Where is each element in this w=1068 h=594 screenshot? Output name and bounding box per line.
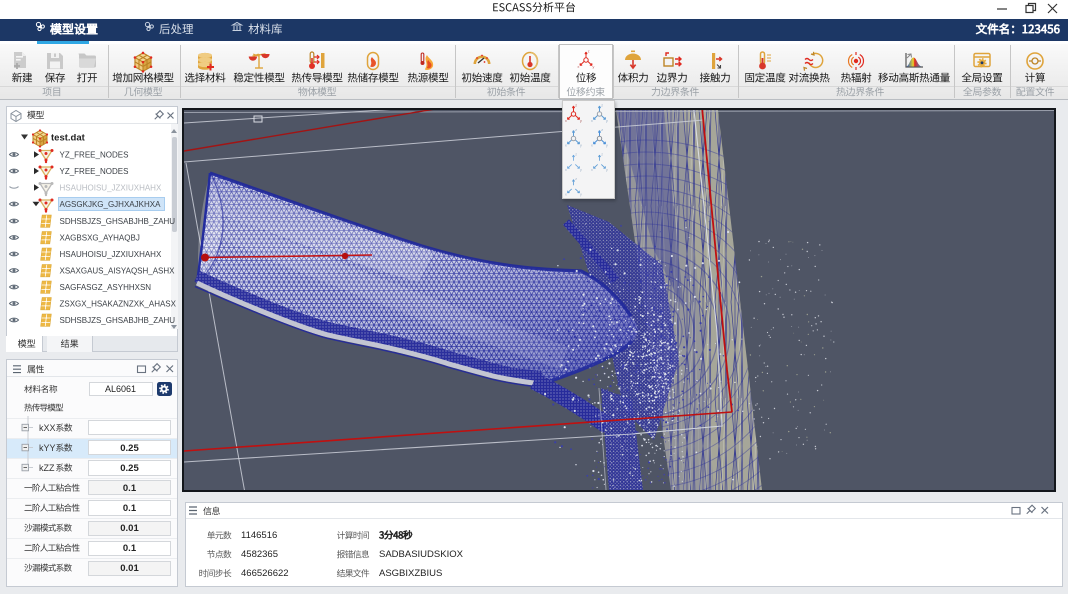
svg-text:4582365: 4582365 xyxy=(241,549,278,560)
svg-text:0.1: 0.1 xyxy=(123,503,137,514)
svg-text:z: z xyxy=(575,102,577,107)
svg-text:y: y xyxy=(580,192,582,197)
svg-text:y: y xyxy=(606,167,608,172)
svg-text:HSAUHOISU_JZXIUXHAHX: HSAUHOISU_JZXIUXHAHX xyxy=(60,184,162,193)
svg-text:z: z xyxy=(588,48,590,53)
svg-text:HSAUHOISU_JZXIUXHAHX: HSAUHOISU_JZXIUXHAHX xyxy=(60,250,162,259)
svg-text:x: x xyxy=(591,167,593,172)
svg-text:AGSGKJKG_GJHXAJKHXA: AGSGKJKG_GJHXAJKHXA xyxy=(60,200,162,209)
svg-text:0.01: 0.01 xyxy=(120,523,139,534)
svg-text:x: x xyxy=(591,118,593,123)
svg-text:y: y xyxy=(580,143,582,148)
svg-text:0.1: 0.1 xyxy=(123,483,137,494)
svg-text:z: z xyxy=(575,176,577,181)
svg-text:x: x xyxy=(565,192,567,197)
svg-text:YZ_FREE_NODES: YZ_FREE_NODES xyxy=(60,151,129,160)
svg-text:XAGBSXG_AYHAQBJ: XAGBSXG_AYHAQBJ xyxy=(60,234,140,243)
svg-text:y: y xyxy=(592,64,594,69)
svg-text:YZ_FREE_NODES: YZ_FREE_NODES xyxy=(60,167,129,176)
svg-text:x: x xyxy=(577,64,579,69)
svg-text:x: x xyxy=(565,167,567,172)
svg-text:XSAXGAUS_AISYAQSH_ASHX: XSAXGAUS_AISYAQSH_ASHX xyxy=(60,267,176,276)
svg-text:0.1: 0.1 xyxy=(123,543,137,554)
svg-text:0.01: 0.01 xyxy=(120,563,139,574)
svg-text:x: x xyxy=(591,143,593,148)
svg-text:z: z xyxy=(575,127,577,132)
svg-text:x: x xyxy=(565,118,567,123)
svg-text:AL6061: AL6061 xyxy=(105,384,136,394)
svg-text:y: y xyxy=(580,167,582,172)
svg-text:0.25: 0.25 xyxy=(120,463,139,474)
svg-text:z: z xyxy=(601,151,603,156)
svg-text:z: z xyxy=(575,151,577,156)
svg-text:y: y xyxy=(606,143,608,148)
svg-text:test.dat: test.dat xyxy=(51,133,86,144)
svg-text:1146516: 1146516 xyxy=(241,530,277,541)
svg-text:SDHSBJZS_GHSABJHB_ZAHU: SDHSBJZS_GHSABJHB_ZAHU xyxy=(60,217,176,226)
svg-text:ASGBIXZBIUS: ASGBIXZBIUS xyxy=(379,568,442,579)
svg-text:0.25: 0.25 xyxy=(120,443,139,454)
svg-text:kXX: kXX xyxy=(39,423,56,433)
svg-text:z: z xyxy=(601,127,603,132)
svg-text:kZZ: kZZ xyxy=(39,463,55,473)
svg-text:466526622: 466526622 xyxy=(241,568,289,579)
svg-text:ZSXGX_HSAKAZNZXK_AHASX: ZSXGX_HSAKAZNZXK_AHASX xyxy=(60,300,177,309)
svg-text:z: z xyxy=(601,102,603,107)
svg-text:y: y xyxy=(606,118,608,123)
svg-text:y: y xyxy=(580,118,582,123)
svg-text:SDHSBJZS_GHSABJHB_ZAHU: SDHSBJZS_GHSABJHB_ZAHU xyxy=(60,316,176,325)
svg-text:kYY: kYY xyxy=(39,443,56,453)
svg-text:SADBASIUDSKIOX: SADBASIUDSKIOX xyxy=(379,549,464,560)
svg-text:SAGFASGZ_ASYHHXSN: SAGFASGZ_ASYHHXSN xyxy=(60,283,152,292)
svg-text:x: x xyxy=(565,143,567,148)
